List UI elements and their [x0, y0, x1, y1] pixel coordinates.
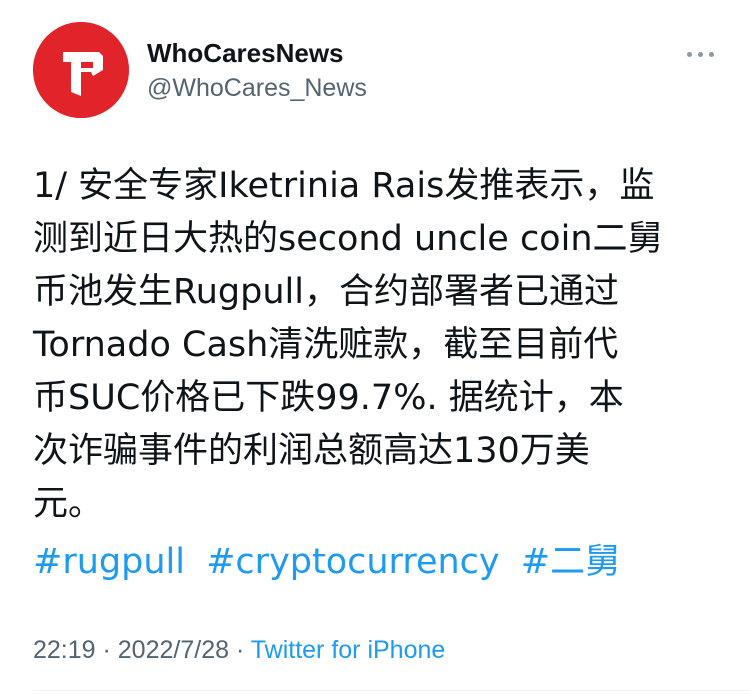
- divider: [33, 690, 750, 691]
- meta-separator: ·: [95, 636, 118, 664]
- hashtag-link-erjiu[interactable]: #二舅: [521, 542, 620, 582]
- more-dot: [686, 51, 692, 57]
- tweet-source-link[interactable]: Twitter for iPhone: [251, 636, 446, 664]
- hashtag-link-rugpull[interactable]: #rugpull: [33, 542, 185, 582]
- hashtags: #rugpull #cryptocurrency #二舅: [33, 536, 630, 589]
- tweet-text-line: 币SUC价格已下跌99.7%. 据统计，本: [33, 378, 624, 418]
- meta-separator: ·: [229, 636, 251, 664]
- tweet-time[interactable]: 22:19: [33, 636, 96, 664]
- tweet-date[interactable]: 2022/7/28: [118, 636, 229, 664]
- more-dot: [708, 51, 714, 57]
- tweet: WhoCaresNews @WhoCares_News 1/ 安全专家Iketr…: [0, 0, 750, 695]
- author-display-name[interactable]: WhoCaresNews: [147, 38, 344, 69]
- author-handle[interactable]: @WhoCares_News: [147, 74, 367, 103]
- hashtag-link-cryptocurrency[interactable]: #cryptocurrency: [206, 542, 500, 582]
- more-dot: [697, 51, 703, 57]
- more-options-icon[interactable]: [680, 40, 720, 68]
- tweet-text-line: 测到近日大热的second uncle coin二舅: [33, 219, 663, 259]
- tweet-text: 1/ 安全专家Iketrinia Rais发推表示，监 测到近日大热的secon…: [33, 160, 733, 531]
- tweet-text-line: 元。: [33, 484, 104, 524]
- tweet-text-line: Tornado Cash清洗赃款，截至目前代: [33, 325, 619, 365]
- tweet-meta: 22:19 · 2022/7/28 · Twitter for iPhone: [33, 636, 445, 665]
- whocaresnews-logo-icon: [33, 22, 129, 118]
- tweet-text-line: 1/ 安全专家Iketrinia Rais发推表示，监: [33, 166, 655, 206]
- tweet-text-line: 次诈骗事件的利润总额高达130万美: [33, 431, 590, 471]
- avatar[interactable]: [33, 22, 129, 118]
- tweet-text-line: 币池发生Rugpull，合约部署者已通过: [33, 272, 619, 312]
